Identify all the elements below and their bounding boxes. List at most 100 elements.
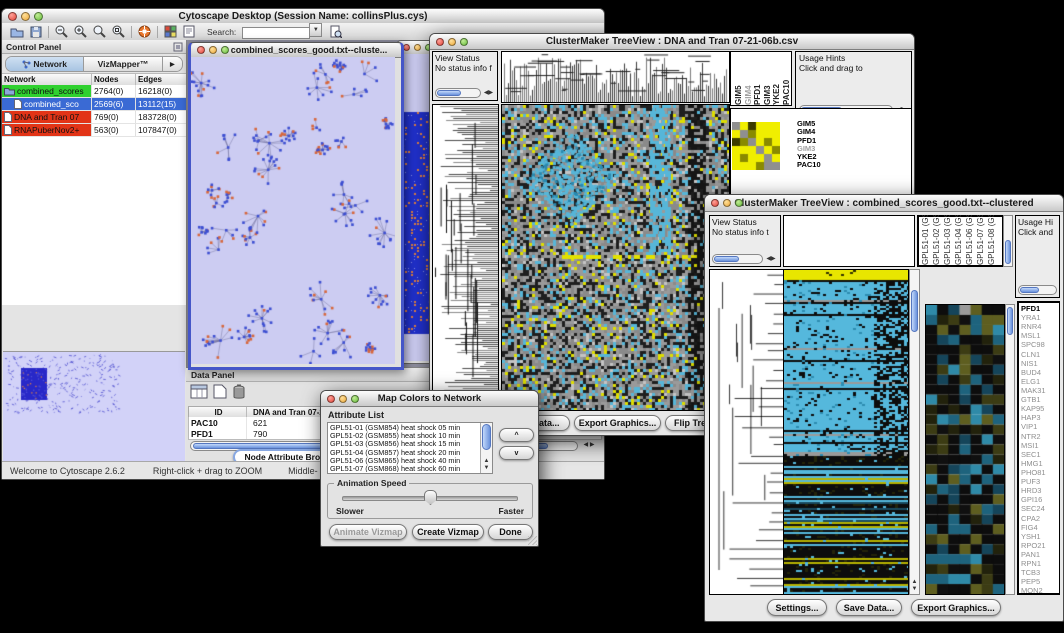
- tv2-column-label[interactable]: GPL51-01 (GSM854): [921, 215, 932, 265]
- tv1-status-hscrollbar[interactable]: [435, 88, 481, 98]
- tv2-status-hscrollbar[interactable]: [712, 254, 763, 264]
- network-view-1[interactable]: [191, 57, 395, 364]
- tv2-gene-label[interactable]: PHO81: [1021, 468, 1059, 477]
- minimize-button[interactable]: [414, 44, 421, 51]
- vscroll-thumb[interactable]: [482, 424, 491, 450]
- hscroll-arrows[interactable]: ◀▶: [764, 256, 778, 263]
- zoom-out-icon[interactable]: [55, 25, 68, 38]
- move-down-button[interactable]: v: [499, 446, 534, 460]
- tv2-gene-label[interactable]: HMG1: [1021, 459, 1059, 468]
- hscroll-thumb[interactable]: [1020, 287, 1039, 293]
- network-table-row[interactable]: RNAPuberNov2+563(0)107847(0): [2, 124, 186, 137]
- tv2-column-dendrogram-panel[interactable]: [783, 215, 915, 267]
- tv2-gene-label[interactable]: PFD1: [1021, 304, 1059, 313]
- vizmapper-icon[interactable]: [164, 25, 177, 38]
- tv2-column-label[interactable]: GPL51-08 (GSM872): [987, 215, 998, 265]
- tv1-heatmap[interactable]: [502, 105, 729, 410]
- tv2-gene-label[interactable]: VIP1: [1021, 422, 1059, 431]
- minimize-button[interactable]: [339, 395, 347, 403]
- search-dropdown-icon[interactable]: ▼: [309, 23, 322, 37]
- tv2-gene-label[interactable]: RPO21: [1021, 541, 1059, 550]
- speed-slider-thumb[interactable]: [424, 490, 437, 505]
- tv2-heatmap-vscrollbar[interactable]: ▲▼: [909, 269, 920, 595]
- new-attribute-icon[interactable]: [213, 384, 227, 399]
- dialog-titlebar[interactable]: Map Colors to Network: [321, 391, 538, 407]
- col-nodes[interactable]: Nodes: [92, 74, 136, 85]
- network-window-1-titlebar[interactable]: combined_scores_good.txt--cluste...: [191, 43, 401, 58]
- tab-overflow[interactable]: ▶: [163, 57, 182, 71]
- resize-grip[interactable]: [528, 536, 537, 545]
- attribute-list-vscrollbar[interactable]: ▲▼: [480, 423, 492, 473]
- tv2-gene-label[interactable]: MON2: [1021, 586, 1059, 595]
- treeview1-titlebar[interactable]: ClusterMaker TreeView : DNA and Tran 07-…: [430, 34, 914, 50]
- tv1-column-label[interactable]: GIM5: [734, 73, 744, 105]
- tv2-gene-label[interactable]: ELG1: [1021, 377, 1059, 386]
- close-button[interactable]: [711, 199, 719, 207]
- tv2-gene-label[interactable]: HAP3: [1021, 413, 1059, 422]
- open-file-icon[interactable]: [10, 26, 24, 38]
- tv1-column-label[interactable]: PAC10: [782, 73, 792, 105]
- birdseye-view[interactable]: [3, 351, 185, 461]
- tv2-gene-label[interactable]: MSL1: [1021, 331, 1059, 340]
- minimize-button[interactable]: [448, 38, 456, 46]
- zoom-in-icon[interactable]: [74, 25, 87, 38]
- tv2-column-label[interactable]: GPL51-04 (GSM857): [954, 215, 965, 265]
- vscroll-thumb[interactable]: [1007, 307, 1013, 335]
- tv2-column-label[interactable]: GPL51-03 (GSM856): [943, 215, 954, 265]
- tv1-row-dendrogram[interactable]: [433, 105, 498, 410]
- create-vizmap-button[interactable]: Create Vizmap: [412, 524, 484, 540]
- hscroll-thumb[interactable]: [437, 90, 461, 96]
- tv2-export-graphics-button[interactable]: Export Graphics...: [911, 599, 1001, 616]
- minimize-button[interactable]: [21, 12, 30, 21]
- col-edges[interactable]: Edges: [136, 74, 186, 85]
- tv2-gene-label[interactable]: CPA2: [1021, 514, 1059, 523]
- tv2-gene-label[interactable]: RPN1: [1021, 559, 1059, 568]
- tv2-save-data-button[interactable]: Save Data...: [836, 599, 902, 616]
- network-table-row[interactable]: combined_scores2764(0)16218(0): [2, 85, 186, 98]
- vscroll-thumb[interactable]: [911, 290, 918, 332]
- tv2-gene-label[interactable]: YSH1: [1021, 532, 1059, 541]
- tv1-column-label[interactable]: YKE2: [772, 73, 782, 105]
- network-table-row[interactable]: DNA and Tran 07769(0)183728(0): [2, 111, 186, 124]
- hscroll-thumb[interactable]: [714, 256, 739, 262]
- tv2-settings-button[interactable]: Settings...: [767, 599, 827, 616]
- hscroll-arrows[interactable]: ◀▶: [482, 90, 495, 97]
- tv2-column-labels[interactable]: GPL51-01 (GSM854)GPL51-02 (GSM855)GPL51-…: [917, 215, 1003, 267]
- col-network[interactable]: Network: [2, 74, 92, 85]
- tv2-heatmap2[interactable]: [926, 305, 1004, 594]
- tv2-gene-label[interactable]: PAN1: [1021, 550, 1059, 559]
- move-up-button[interactable]: ^: [499, 428, 534, 442]
- tv2-gene-label[interactable]: SEC24: [1021, 504, 1059, 513]
- zoom-button[interactable]: [221, 46, 229, 54]
- tv2-gene-label[interactable]: SPC98: [1021, 340, 1059, 349]
- minimize-button[interactable]: [209, 46, 217, 54]
- close-button[interactable]: [197, 46, 205, 54]
- tv1-gene-labels[interactable]: GIM5GIM4PFD1GIM3YKE2PAC10: [797, 120, 821, 170]
- treeview2-titlebar[interactable]: ClusterMaker TreeView : combined_scores_…: [705, 195, 1063, 212]
- tv1-export-graphics-button[interactable]: Export Graphics...: [574, 415, 661, 431]
- zoom-selected-icon[interactable]: [93, 25, 106, 38]
- tv2-gene-label[interactable]: GTB1: [1021, 395, 1059, 404]
- zoom-button[interactable]: [460, 38, 468, 46]
- tv2-gene-label[interactable]: KAP95: [1021, 404, 1059, 413]
- attribute-list-item[interactable]: GPL51-03 (GSM856) heat shock 15 min: [330, 440, 478, 448]
- attribute-list-item[interactable]: GPL51-07 (GSM868) heat shock 60 min: [330, 465, 478, 472]
- tv2-heatmap[interactable]: [784, 270, 908, 594]
- tv2-hints-hscrollbar[interactable]: [1018, 285, 1057, 295]
- tv2-gene-label[interactable]: YRA1: [1021, 313, 1059, 322]
- tv1-row-label[interactable]: PAC10: [797, 161, 821, 169]
- delete-attribute-icon[interactable]: [232, 384, 246, 400]
- tv2-gene-label[interactable]: FIG4: [1021, 523, 1059, 532]
- animate-vizmap-button[interactable]: Animate Vizmap: [329, 524, 407, 540]
- tv1-column-label[interactable]: GIM4: [744, 73, 754, 105]
- tv2-gene-label[interactable]: SEC1: [1021, 450, 1059, 459]
- hscroll-arrows[interactable]: ◀ ▶: [580, 442, 598, 449]
- vscroll-arrows[interactable]: ▲▼: [910, 579, 919, 593]
- save-icon[interactable]: [30, 26, 42, 38]
- tv2-gene-label[interactable]: NTR2: [1021, 432, 1059, 441]
- zoom-button[interactable]: [351, 395, 359, 403]
- zoom-button[interactable]: [34, 12, 43, 21]
- tv2-gene-label[interactable]: BUD4: [1021, 368, 1059, 377]
- tv2-heatmap2-vscrollbar[interactable]: [1005, 304, 1015, 595]
- tv1-column-label[interactable]: PFD1: [753, 73, 763, 105]
